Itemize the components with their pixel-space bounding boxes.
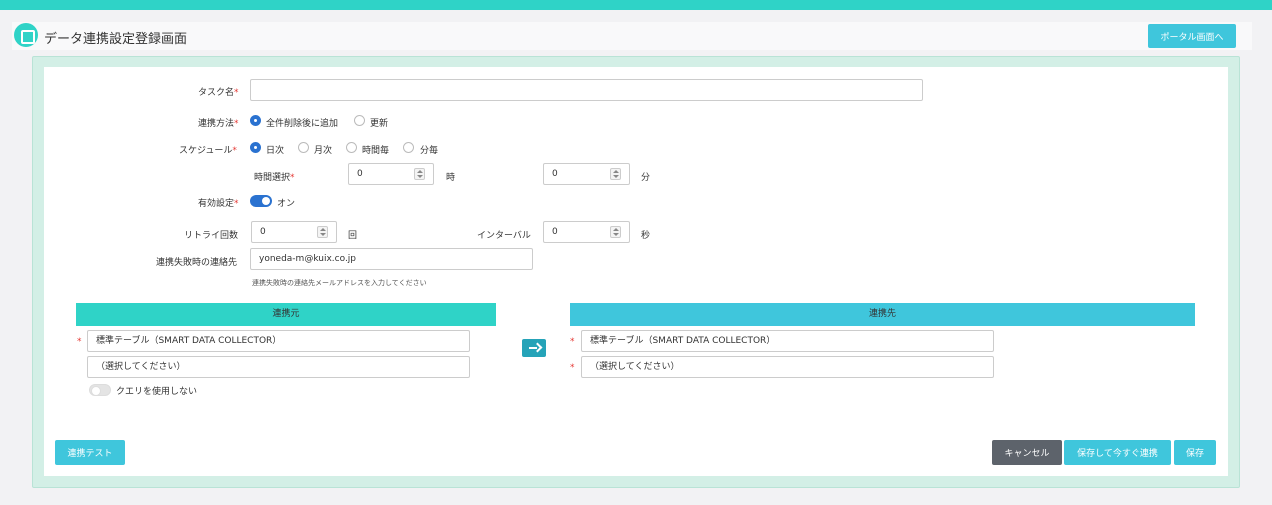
schedule-radio-monthly[interactable] [298,142,309,153]
save-and-sync-button[interactable]: 保存して今すぐ連携 [1064,440,1171,465]
schedule-label: スケジュール* [179,146,237,156]
destination-object-select[interactable]: （選択してください） [581,356,994,378]
destination-table-required-mark: * [570,337,575,347]
failure-contact-label: 連携失敗時の連絡先 [156,258,238,268]
hour-input[interactable]: 0 [348,163,434,185]
page-header: データ連携設定登録画面 [12,22,1252,50]
enabled-state-label: オン [277,199,296,209]
minute-stepper[interactable] [610,168,621,180]
interval-unit: 秒 [641,231,651,241]
retry-label: リトライ回数 [184,231,239,241]
sync-method-radio-update[interactable] [354,115,365,126]
page-title: データ連携設定登録画面 [44,32,188,47]
schedule-radio-hourly[interactable] [346,142,357,153]
time-select-label: 時間選択* [254,173,295,183]
retry-unit: 回 [348,231,358,241]
failure-contact-email-input[interactable]: yoneda-m@kuix.co.jp [250,248,533,270]
enabled-toggle[interactable] [250,195,272,207]
task-name-input[interactable] [250,79,923,101]
schedule-radio-daily[interactable] [250,142,261,153]
task-name-label: タスク名* [198,88,239,98]
query-toggle-label: クエリを使用しない [116,387,198,397]
schedule-option-monthly: 月次 [314,146,333,156]
arrow-right-icon[interactable] [522,339,546,357]
schedule-radio-minutely[interactable] [403,142,414,153]
interval-input[interactable]: 0 [543,221,630,243]
destination-object-required-mark: * [570,363,575,373]
sync-test-button[interactable]: 連携テスト [55,440,125,465]
destination-section-header: 連携先 [570,303,1195,326]
enabled-label: 有効設定* [198,199,239,209]
schedule-option-minutely: 分毎 [420,146,439,156]
destination-table-select[interactable]: 標準テーブル（SMART DATA COLLECTOR） [581,330,994,352]
failure-contact-hint: 連携失敗時の連絡先メールアドレスを入力してください [252,279,427,287]
interval-label: インターバル [477,231,531,241]
hour-unit: 時 [446,173,456,183]
sync-method-option-update: 更新 [370,119,389,129]
source-object-select[interactable]: （選択してください） [87,356,470,378]
save-button[interactable]: 保存 [1174,440,1216,465]
retry-input[interactable]: 0 [251,221,337,243]
sync-method-radio-replace[interactable] [250,115,261,126]
cancel-button[interactable]: キャンセル [992,440,1062,465]
query-toggle[interactable] [89,384,111,396]
sync-method-option-replace: 全件削除後に追加 [266,119,339,129]
interval-stepper[interactable] [610,226,621,238]
source-table-select[interactable]: 標準テーブル（SMART DATA COLLECTOR） [87,330,470,352]
minute-unit: 分 [641,173,651,183]
sync-method-label: 連携方法* [198,119,239,129]
minute-input[interactable]: 0 [543,163,630,185]
app-logo-icon [14,23,38,47]
source-table-required-mark: * [77,337,82,347]
hour-stepper[interactable] [414,168,425,180]
top-accent-bar [0,0,1272,10]
schedule-option-hourly: 時間毎 [362,146,390,156]
retry-stepper[interactable] [317,226,328,238]
schedule-option-daily: 日次 [266,146,285,156]
source-section-header: 連携元 [76,303,496,326]
portal-button[interactable]: ポータル画面へ [1148,24,1236,48]
